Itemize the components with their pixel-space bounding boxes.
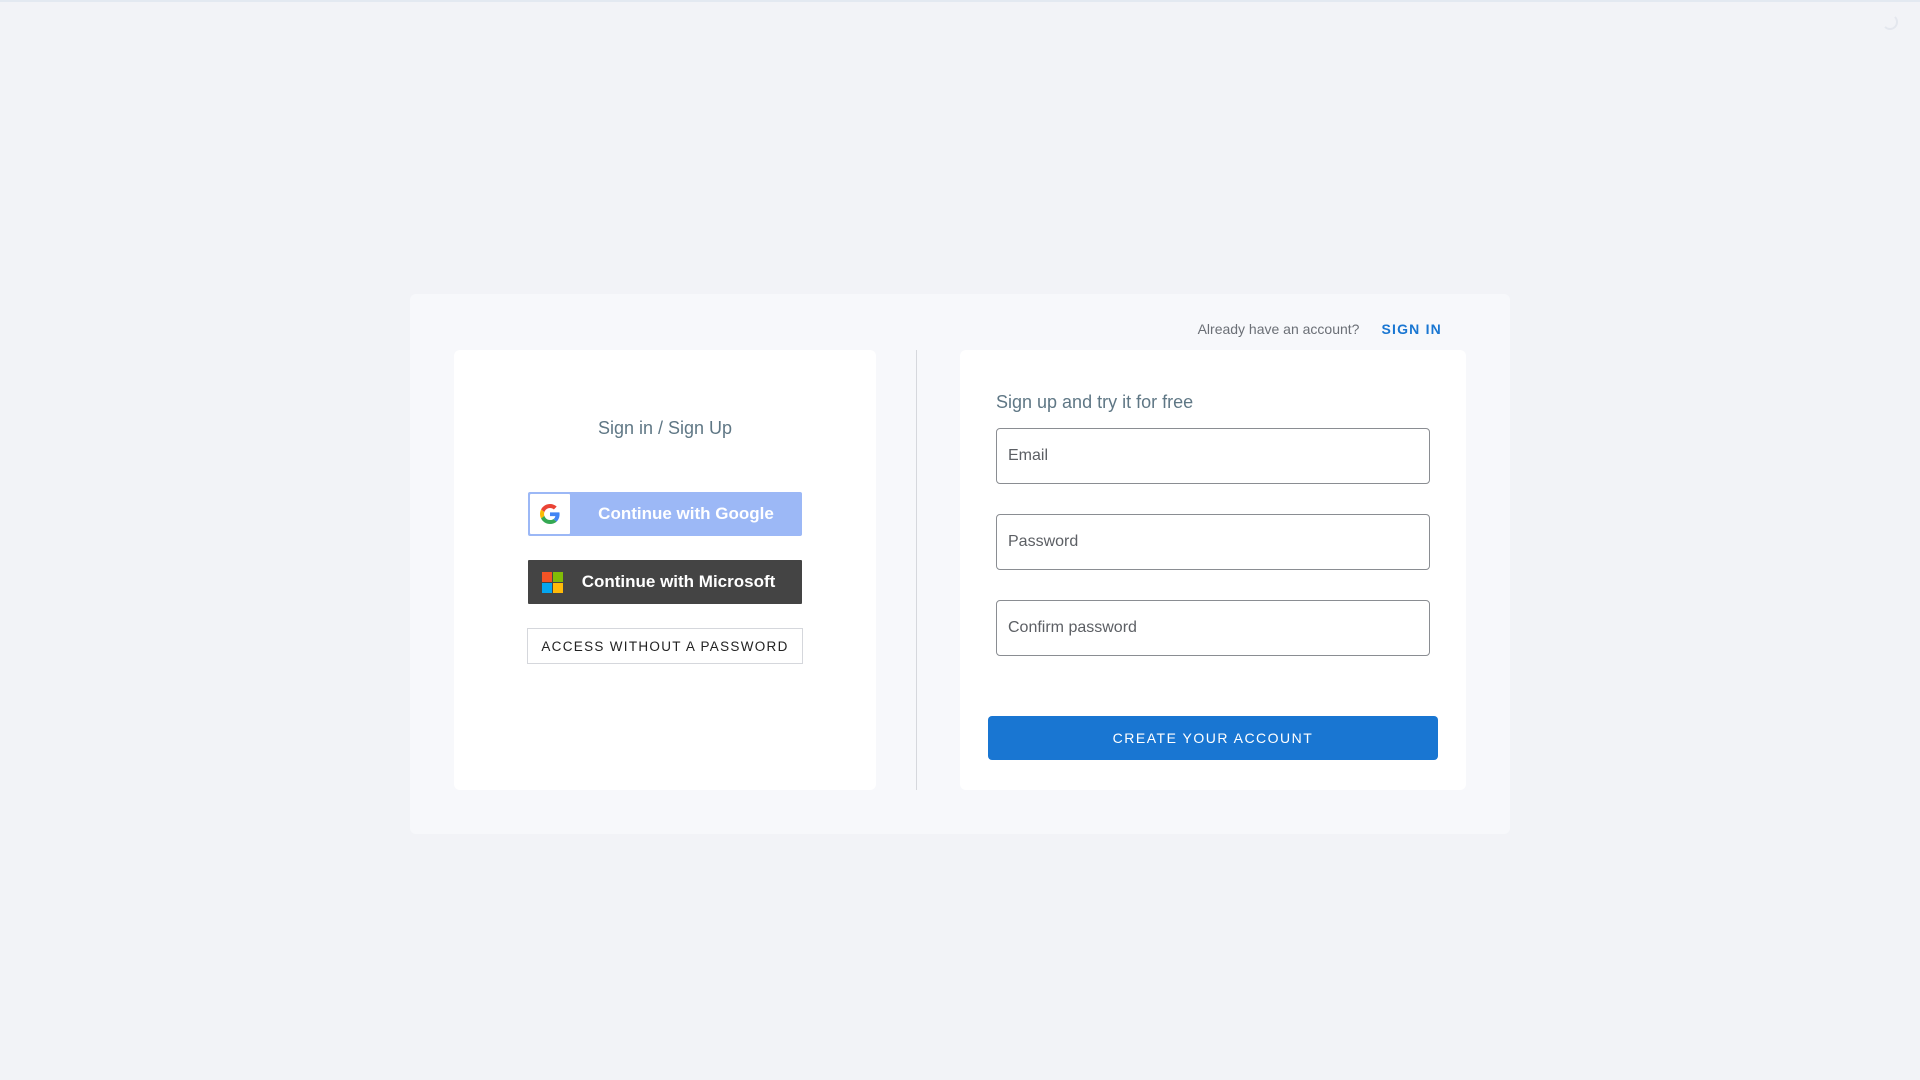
google-button-label: Continue with Google bbox=[598, 504, 774, 523]
already-have-account-text: Already have an account? bbox=[1197, 321, 1360, 337]
sign-in-link[interactable]: SIGN IN bbox=[1373, 315, 1450, 343]
signin-row: Already have an account? SIGN IN bbox=[1198, 314, 1450, 344]
panel-divider bbox=[916, 350, 917, 790]
email-field[interactable] bbox=[996, 428, 1430, 484]
microsoft-icon bbox=[542, 571, 563, 593]
continue-with-google-button[interactable]: Continue with Google bbox=[528, 492, 802, 536]
microsoft-button-label: Continue with Microsoft bbox=[581, 572, 776, 591]
google-icon bbox=[530, 494, 570, 534]
access-without-password-button[interactable]: ACCESS WITHOUT A PASSWORD bbox=[527, 628, 803, 664]
signup-form-panel: Sign up and try it for free CREATE YOUR … bbox=[960, 350, 1466, 790]
signup-title: Sign up and try it for free bbox=[996, 392, 1194, 412]
signin-signup-title: Sign in / Sign Up bbox=[597, 418, 733, 438]
continue-with-microsoft-button[interactable]: Continue with Microsoft bbox=[528, 560, 802, 604]
password-field[interactable] bbox=[996, 514, 1430, 570]
create-account-button[interactable]: CREATE YOUR ACCOUNT bbox=[988, 716, 1438, 760]
confirm-password-field[interactable] bbox=[996, 600, 1430, 656]
auth-card: Already have an account? SIGN IN Sign in… bbox=[410, 294, 1510, 834]
top-progress-line bbox=[0, 0, 1920, 2]
loading-spinner-icon bbox=[1882, 14, 1898, 30]
social-signin-panel: Sign in / Sign Up Continue with Google C… bbox=[454, 350, 876, 790]
